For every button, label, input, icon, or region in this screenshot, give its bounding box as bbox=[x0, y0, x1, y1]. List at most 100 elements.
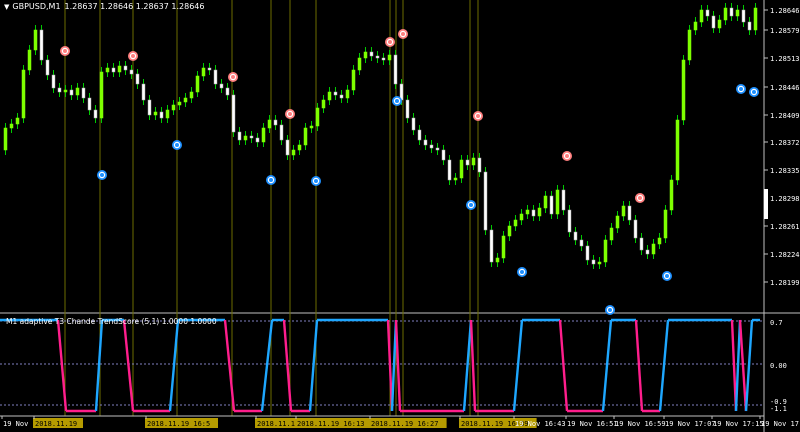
candle-body bbox=[633, 219, 638, 239]
candle-body bbox=[573, 231, 578, 241]
candle-body bbox=[393, 54, 398, 85]
candle-body bbox=[471, 157, 476, 166]
candle-body bbox=[507, 225, 512, 237]
candle-body bbox=[189, 91, 194, 99]
current-price-marker bbox=[764, 189, 768, 219]
sell-signal-marker bbox=[285, 109, 295, 119]
candle-body bbox=[27, 49, 32, 71]
sell-signal-marker bbox=[473, 111, 483, 121]
main-chart-area[interactable] bbox=[0, 0, 764, 312]
buy-signal-marker bbox=[172, 140, 182, 150]
candle-body bbox=[747, 21, 752, 31]
candle-body bbox=[495, 257, 500, 263]
candle-body bbox=[417, 129, 422, 141]
time-tick-label: 2018.11.19 16:13 bbox=[297, 420, 364, 428]
sell-signal-marker bbox=[635, 193, 645, 203]
indicator-axis: 0.70.00-0.9-1.1 bbox=[770, 319, 787, 413]
chart-canvas[interactable]: 1.28646 1.28579 1.28513 1.28446 1.28409 1.283… bbox=[0, 0, 800, 432]
time-tick-label: 19 Nov 17:07 bbox=[665, 420, 716, 428]
candle-body bbox=[297, 144, 302, 151]
candle-body bbox=[375, 55, 380, 59]
candle-body bbox=[363, 51, 368, 59]
candle-body bbox=[135, 73, 140, 85]
indicator-tick-label: 0.00 bbox=[770, 362, 787, 370]
candle-body bbox=[669, 179, 674, 211]
candle-body bbox=[111, 67, 116, 73]
price-tick-label: 1.28199 bbox=[770, 279, 800, 287]
candle-body bbox=[279, 124, 284, 141]
candle-body bbox=[483, 171, 488, 231]
candle-body bbox=[387, 54, 392, 61]
candle-body bbox=[39, 29, 44, 61]
indicator-tick-label: 0.7 bbox=[770, 319, 783, 327]
candle-body bbox=[651, 243, 656, 255]
candle-body bbox=[57, 87, 62, 93]
candle-body bbox=[285, 139, 290, 156]
candle-body bbox=[81, 87, 86, 99]
candle-body bbox=[423, 139, 428, 146]
ohlc-values: 1.28637 1.28646 1.28637 1.28646 bbox=[64, 2, 205, 11]
time-axis: 19 Nov 20182018.11.19 2018.11.19 16:5 2018… bbox=[1, 416, 800, 428]
candle-body bbox=[693, 21, 698, 31]
price-tick-label: 1.28513 bbox=[770, 55, 800, 63]
price-tick-label: 1.28446 bbox=[770, 84, 800, 92]
sell-signal-marker bbox=[562, 151, 572, 161]
candle-body bbox=[477, 157, 482, 173]
candle-body bbox=[621, 205, 626, 217]
candle-body bbox=[537, 207, 542, 217]
candle-body bbox=[123, 65, 128, 71]
time-tick-label: 2018.11.19 16:27 bbox=[371, 420, 438, 428]
candle-body bbox=[339, 94, 344, 99]
indicator-pane[interactable] bbox=[0, 314, 764, 416]
header-triangle-icon[interactable]: ▼ bbox=[4, 3, 9, 11]
candle-body bbox=[345, 89, 350, 99]
price-tick-label: 1.28224 bbox=[770, 251, 800, 259]
candle-body bbox=[729, 7, 734, 17]
candle-body bbox=[291, 149, 296, 156]
candle-body bbox=[579, 239, 584, 247]
candle-body bbox=[99, 71, 104, 119]
buy-signal-marker bbox=[749, 87, 759, 97]
candle-body bbox=[639, 237, 644, 251]
candle-body bbox=[201, 67, 206, 77]
candle-body bbox=[615, 215, 620, 229]
candle-body bbox=[453, 177, 458, 181]
candle-body bbox=[183, 97, 188, 103]
sell-signal-marker bbox=[398, 29, 408, 39]
candle-body bbox=[585, 245, 590, 261]
candle-body bbox=[33, 29, 38, 51]
chart-header: ▼ GBPUSD,M1 1.28637 1.28646 1.28637 1.2864… bbox=[4, 2, 209, 11]
buy-signal-marker bbox=[605, 305, 615, 315]
sell-signal-marker bbox=[228, 72, 238, 82]
candle-body bbox=[171, 104, 176, 111]
candle-body bbox=[273, 119, 278, 126]
candle-body bbox=[723, 7, 728, 21]
candle-body bbox=[51, 74, 56, 89]
sell-signal-marker bbox=[385, 37, 395, 47]
price-tick-label: 1.28298 bbox=[770, 195, 800, 203]
candle-body bbox=[603, 239, 608, 263]
candle-body bbox=[741, 9, 746, 23]
candle-body bbox=[465, 159, 470, 166]
candle-body bbox=[177, 101, 182, 106]
candle-body bbox=[543, 195, 548, 209]
candle-body bbox=[105, 67, 110, 73]
buy-signal-marker bbox=[266, 175, 276, 185]
candle-body bbox=[237, 131, 242, 141]
symbol-label: GBPUSD,M1 bbox=[12, 2, 61, 11]
candle-body bbox=[681, 59, 686, 121]
candle-body bbox=[591, 259, 596, 265]
candle-body bbox=[609, 227, 614, 241]
candle-body bbox=[705, 9, 710, 17]
candle-body bbox=[321, 99, 326, 109]
candle-body bbox=[645, 249, 650, 255]
candle-body bbox=[69, 89, 74, 96]
candle-body bbox=[231, 94, 236, 133]
candle-body bbox=[351, 69, 356, 91]
candle-body bbox=[549, 195, 554, 215]
price-tick-label: 1.28335 bbox=[770, 167, 800, 175]
candle-body bbox=[207, 67, 212, 71]
candle-body bbox=[429, 144, 434, 149]
time-tick-label: 19 Nov 17:15 bbox=[713, 420, 764, 428]
buy-signal-marker bbox=[97, 170, 107, 180]
